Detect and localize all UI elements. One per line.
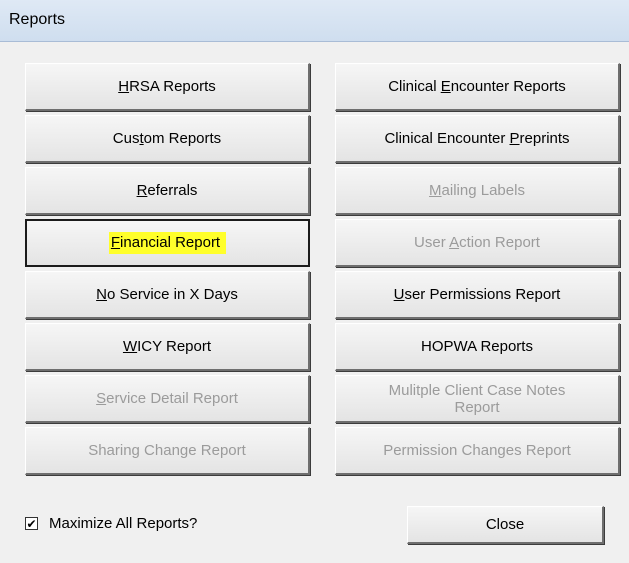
- maximize-all-reports-checkbox[interactable]: ✔: [25, 517, 38, 530]
- maximize-all-reports-label[interactable]: Maximize All Reports?: [49, 515, 197, 532]
- financial-report-button[interactable]: Financial Report: [25, 219, 310, 267]
- referrals-button[interactable]: Referrals: [25, 167, 310, 215]
- close-button-label: Close: [485, 516, 525, 533]
- close-button[interactable]: Close: [407, 506, 604, 544]
- mailing-labels-button[interactable]: Mailing Labels: [335, 167, 620, 215]
- multiple-client-case-notes-report-button[interactable]: Mulitple Client Case Notes Report: [335, 375, 620, 423]
- button-label: WICY Report: [122, 338, 212, 355]
- title-bar: Reports: [0, 0, 629, 42]
- user-action-report-button[interactable]: User Action Report: [335, 219, 620, 267]
- button-label: No Service in X Days: [96, 286, 238, 303]
- button-label: Mailing Labels: [429, 182, 525, 199]
- no-service-in-x-days-button[interactable]: No Service in X Days: [25, 271, 310, 319]
- button-label: Sharing Change Report: [88, 442, 246, 459]
- maximize-all-reports-row[interactable]: ✔ Maximize All Reports?: [25, 515, 197, 532]
- custom-reports-button[interactable]: Custom Reports: [25, 115, 310, 163]
- button-label: Clinical Encounter Preprints: [384, 130, 570, 147]
- button-label: Service Detail Report: [96, 390, 238, 407]
- permission-changes-report-button[interactable]: Permission Changes Report: [335, 427, 620, 475]
- service-detail-report-button[interactable]: Service Detail Report: [25, 375, 310, 423]
- wicy-report-button[interactable]: WICY Report: [25, 323, 310, 371]
- hopwa-reports-button[interactable]: HOPWA Reports: [335, 323, 620, 371]
- reports-dialog: Reports HRSA Reports Custom Reports Refe…: [0, 0, 629, 563]
- button-label: Custom Reports: [112, 130, 222, 147]
- button-label: Referrals: [136, 182, 198, 199]
- sharing-change-report-button[interactable]: Sharing Change Report: [25, 427, 310, 475]
- button-label: Permission Changes Report: [383, 442, 571, 459]
- user-permissions-report-button[interactable]: User Permissions Report: [335, 271, 620, 319]
- window-title: Reports: [9, 11, 66, 28]
- button-label: Clinical Encounter Reports: [388, 78, 566, 95]
- clinical-encounter-preprints-button[interactable]: Clinical Encounter Preprints: [335, 115, 620, 163]
- button-label: User Permissions Report: [393, 286, 561, 303]
- button-label: HRSA Reports: [118, 78, 216, 95]
- button-label-highlight: Financial Report: [108, 232, 227, 254]
- button-label: HOPWA Reports: [421, 338, 533, 355]
- button-label: User Action Report: [414, 234, 540, 251]
- button-label: Mulitple Client Case Notes Report: [388, 381, 566, 416]
- hrsa-reports-button[interactable]: HRSA Reports: [25, 63, 310, 111]
- clinical-encounter-reports-button[interactable]: Clinical Encounter Reports: [335, 63, 620, 111]
